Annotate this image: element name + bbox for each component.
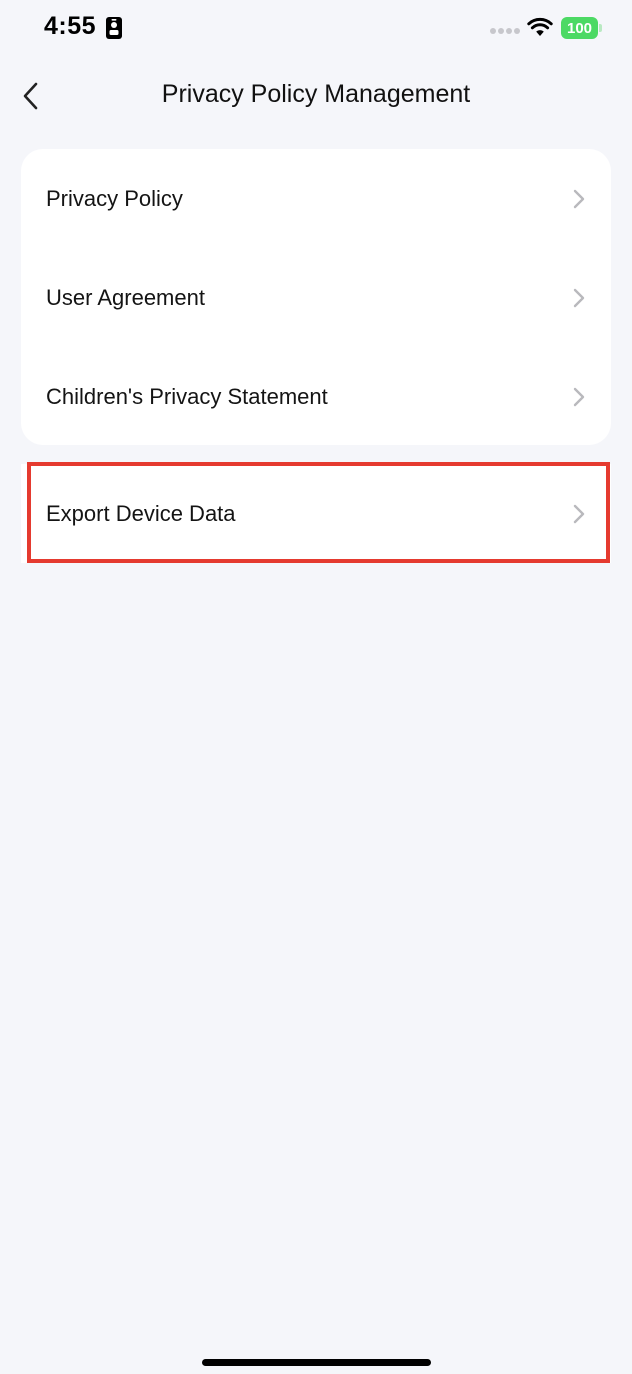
wifi-icon — [527, 17, 553, 36]
privacy-policy-row[interactable]: Privacy Policy — [21, 149, 611, 248]
id-card-icon — [106, 17, 122, 39]
policy-list-card: Privacy Policy User Agreement Children's… — [21, 149, 611, 445]
row-label: Export Device Data — [46, 500, 236, 526]
export-device-data-row[interactable]: Export Device Data — [21, 464, 611, 563]
row-label: Children's Privacy Statement — [46, 383, 328, 409]
chevron-right-icon — [573, 387, 585, 406]
status-time: 4:55 — [44, 12, 97, 40]
childrens-privacy-statement-row[interactable]: Children's Privacy Statement — [21, 347, 611, 446]
battery-level: 100 — [561, 17, 598, 39]
chevron-right-icon — [573, 504, 585, 523]
battery-indicator: 100 — [561, 17, 603, 39]
user-agreement-row[interactable]: User Agreement — [21, 248, 611, 347]
status-bar: 4:55 100 — [0, 0, 632, 60]
chevron-right-icon — [573, 189, 585, 208]
page-title: Privacy Policy Management — [161, 80, 471, 108]
row-label: User Agreement — [46, 284, 205, 310]
cellular-signal-icon — [490, 28, 520, 34]
battery-cap — [599, 24, 602, 32]
row-label: Privacy Policy — [46, 185, 183, 211]
home-indicator — [202, 1359, 431, 1366]
chevron-right-icon — [573, 288, 585, 307]
